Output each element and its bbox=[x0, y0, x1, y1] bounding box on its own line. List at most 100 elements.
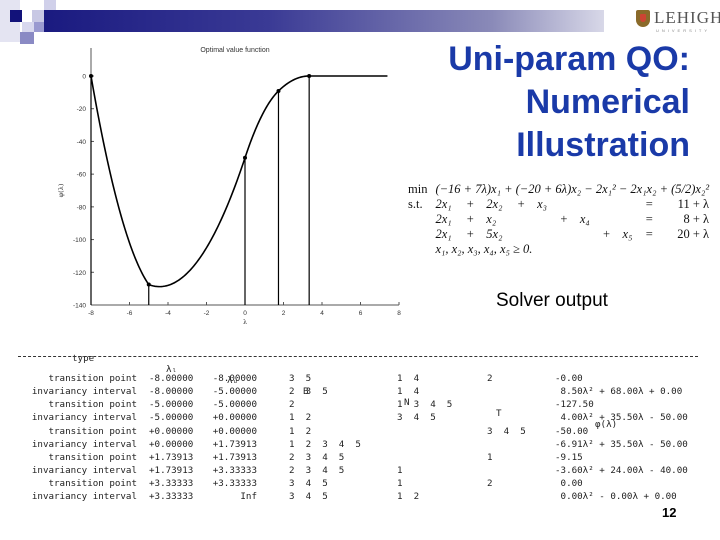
table-row: invariancy interval +1.73913 +3.33333 2 3 4… bbox=[0, 465, 720, 477]
op: + bbox=[466, 227, 474, 241]
cell-B: 3 4 5 bbox=[289, 491, 328, 502]
cell-lambda-l: -5.00000 bbox=[149, 412, 194, 423]
cell-phi: 0.00λ² - 0.00λ + 0.00 bbox=[555, 491, 677, 502]
x-tick-label: 0 bbox=[243, 310, 247, 317]
term: 2x₁ bbox=[435, 197, 452, 211]
cell-N: 3 4 5 bbox=[397, 412, 436, 423]
term: x₅ bbox=[622, 227, 633, 241]
cell-lambda-u: +1.73913 bbox=[212, 452, 257, 463]
op bbox=[599, 197, 619, 212]
cell-type: transition point bbox=[48, 373, 137, 384]
cell-B: 2 3 4 5 bbox=[289, 465, 345, 476]
cell-type: transition point bbox=[48, 426, 137, 437]
op bbox=[556, 197, 576, 212]
x-tick-label: 2 bbox=[282, 310, 286, 317]
table-row: invariancy interval -5.00000 +0.00000 1 2 3 … bbox=[0, 412, 720, 424]
term: x₄ bbox=[579, 212, 590, 226]
y-tick-label: -140 bbox=[73, 303, 86, 310]
term: 2x₁ bbox=[435, 227, 452, 241]
rhs: 8 + λ bbox=[683, 212, 710, 226]
op bbox=[514, 212, 534, 227]
cell-phi: -0.00 bbox=[555, 373, 583, 384]
rhs: 20 + λ bbox=[677, 227, 710, 241]
term bbox=[619, 197, 642, 212]
eq: = bbox=[645, 197, 653, 211]
cell-lambda-l: +0.00000 bbox=[149, 439, 194, 450]
table-row: invariancy interval +0.00000 +1.73913 1 2 3… bbox=[0, 439, 720, 451]
decor-square bbox=[10, 10, 22, 22]
decor-square bbox=[20, 32, 34, 44]
cell-B: 2 3 5 bbox=[289, 386, 328, 397]
op bbox=[514, 227, 534, 242]
term: 2x₁ bbox=[435, 212, 452, 226]
cell-lambda-u: +0.00000 bbox=[212, 426, 257, 437]
curve-segment bbox=[148, 157, 246, 288]
cell-lambda-u: -5.00000 bbox=[212, 386, 257, 397]
x-tick-label: -6 bbox=[127, 310, 133, 317]
cell-B: 3 5 bbox=[289, 373, 312, 384]
curve-segment bbox=[277, 75, 310, 92]
cell-B: 1 2 3 4 5 bbox=[289, 439, 361, 450]
cell-N: 1 4 bbox=[397, 386, 420, 397]
chart-title: Optimal value function bbox=[200, 47, 269, 54]
term: 2x₂ bbox=[486, 197, 503, 211]
x-tick-label: -8 bbox=[88, 310, 94, 317]
term: x₂ bbox=[486, 212, 497, 226]
cell-lambda-l: -5.00000 bbox=[149, 399, 194, 410]
term bbox=[533, 212, 556, 227]
title-bar bbox=[44, 10, 604, 32]
cell-lambda-u: +3.33333 bbox=[212, 465, 257, 476]
cell-T: 3 4 5 bbox=[487, 426, 526, 437]
x-tick-label: -2 bbox=[204, 310, 210, 317]
constraint-row: 2x₁ + 5x₂ + x₅ = 20 + λ bbox=[404, 227, 713, 242]
x-tick-label: -4 bbox=[165, 310, 171, 317]
cell-T: 2 bbox=[487, 373, 493, 384]
solver-output-label: Solver output bbox=[496, 290, 608, 311]
op: + bbox=[560, 212, 568, 226]
decor-square bbox=[44, 0, 56, 10]
optimal-value-chart: Optimal value function-8 -6 -4 -2 0 2 4 6 80-20-… bbox=[57, 47, 401, 326]
constraint-row: 2x₁ + x₂ + x₄ = 8 + λ bbox=[404, 212, 713, 227]
cell-type: invariancy interval bbox=[31, 412, 137, 423]
title-line: Numerical bbox=[525, 83, 690, 121]
y-tick-label: 0 bbox=[82, 74, 86, 81]
cell-lambda-l: +3.33333 bbox=[149, 478, 194, 489]
cell-lambda-u: +3.33333 bbox=[212, 478, 257, 489]
y-tick-label: -40 bbox=[77, 139, 87, 146]
term: 5x₂ bbox=[486, 227, 503, 241]
cell-lambda-l: +0.00000 bbox=[149, 426, 194, 437]
cell-lambda-u: Inf bbox=[240, 491, 257, 502]
x-axis-label: λ bbox=[243, 319, 247, 326]
cell-lambda-l: -8.00000 bbox=[149, 373, 194, 384]
table-row: transition point -5.00000 -5.00000 2 1 3 4 5… bbox=[0, 399, 720, 411]
transition-point bbox=[276, 88, 281, 93]
term bbox=[576, 227, 599, 242]
term bbox=[533, 227, 556, 242]
cell-N: 1 bbox=[397, 478, 403, 489]
op: + bbox=[603, 227, 611, 241]
curve-segment bbox=[244, 90, 280, 159]
cell-phi: -6.91λ² + 35.50λ - 50.00 bbox=[555, 439, 688, 450]
op: + bbox=[517, 197, 525, 211]
cell-B: 1 2 bbox=[289, 426, 312, 437]
y-axis-label: φ(λ) bbox=[57, 183, 65, 197]
page-number: 12 bbox=[662, 505, 677, 520]
cell-lambda-u: +1.73913 bbox=[212, 439, 257, 450]
cell-lambda-l: -8.00000 bbox=[149, 386, 194, 397]
cell-type: transition point bbox=[48, 478, 137, 489]
logo-text: LEHIGH bbox=[654, 8, 720, 27]
decor-square bbox=[32, 10, 44, 22]
qp-problem: min (−16 + 7λ)x₁ + (−20 + 6λ)x₂ − 2x₁² −… bbox=[404, 182, 713, 257]
cell-type: transition point bbox=[48, 399, 137, 410]
cell-B: 2 bbox=[289, 399, 295, 410]
cell-N: 1 bbox=[397, 465, 403, 476]
cell-lambda-u: +0.00000 bbox=[212, 412, 257, 423]
term bbox=[619, 212, 642, 227]
op: + bbox=[466, 197, 474, 211]
term: x₃ bbox=[537, 197, 548, 211]
cell-B: 1 2 bbox=[289, 412, 312, 423]
op: + bbox=[466, 212, 474, 226]
cell-phi: 0.00 bbox=[555, 478, 583, 489]
transition-point bbox=[307, 74, 312, 78]
header-divider bbox=[18, 356, 698, 357]
